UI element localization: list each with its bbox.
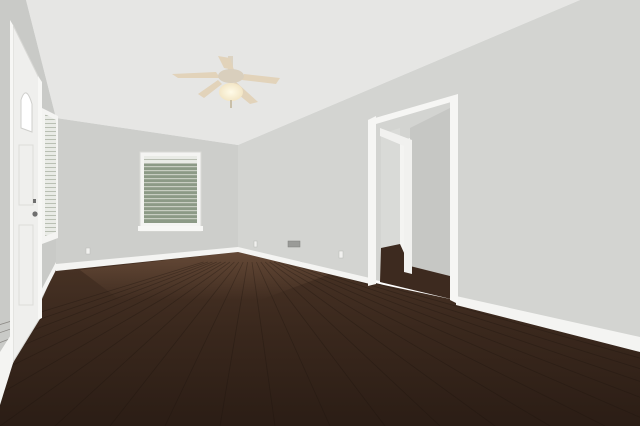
hallway-wall <box>410 108 450 276</box>
room-scene <box>0 0 640 426</box>
door-window <box>20 92 33 133</box>
outlet-icon <box>338 250 344 259</box>
window-slat <box>144 174 197 176</box>
back-window-sill <box>138 226 203 231</box>
window-slat <box>144 178 197 180</box>
door-deadbolt <box>33 199 36 203</box>
hallway-side-wall <box>381 128 400 248</box>
floor-vent-icon <box>287 240 301 248</box>
left-window-blinds <box>45 114 56 236</box>
window-slat <box>144 214 197 216</box>
window-slat <box>144 202 197 204</box>
window-slat <box>144 186 197 188</box>
window-slat <box>144 218 197 220</box>
door-knob-icon[interactable] <box>32 211 38 217</box>
outlet-icon-right <box>253 240 258 248</box>
door-frame-right <box>38 76 42 320</box>
back-window-blinds <box>144 156 197 164</box>
window-slat <box>144 166 197 168</box>
window-slat <box>144 206 197 208</box>
doorway-casing-right <box>450 94 458 304</box>
window-slat <box>144 198 197 200</box>
front-door[interactable] <box>12 24 41 364</box>
window-slat <box>144 170 197 172</box>
window-slat <box>144 190 197 192</box>
outlet-icon-back <box>85 247 91 255</box>
window-slat <box>144 194 197 196</box>
window-slat <box>144 210 197 212</box>
doorway-casing-left[interactable] <box>368 116 376 286</box>
door-frame <box>10 20 13 368</box>
window-slat <box>144 182 197 184</box>
